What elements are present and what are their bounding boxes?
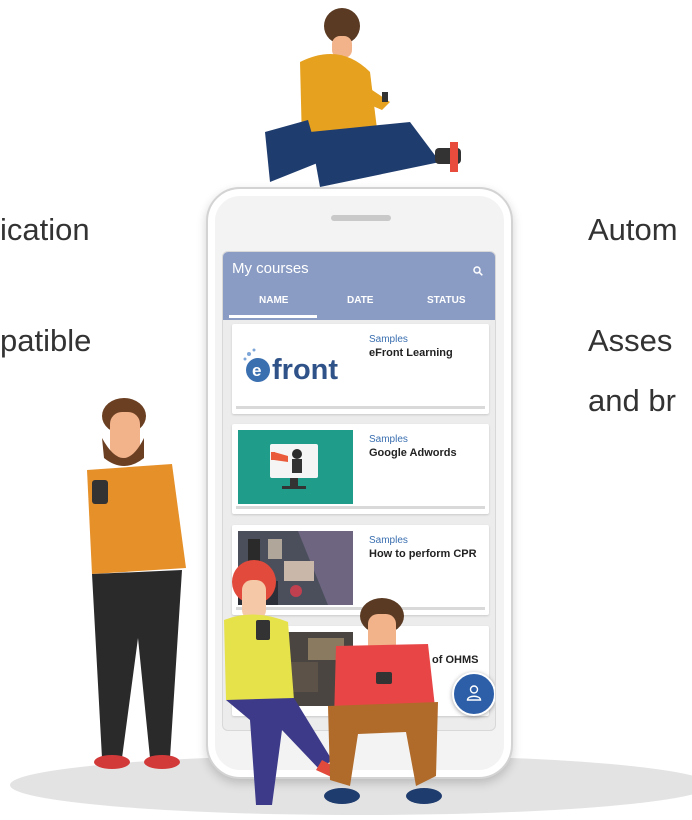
course-title: How to perform CPR — [369, 548, 477, 560]
tab-name[interactable]: NAME — [259, 295, 288, 306]
tab-date[interactable]: DATE — [347, 295, 373, 306]
tab-underline — [229, 315, 317, 318]
sitting-boy-illustration — [324, 598, 442, 804]
course-progress — [236, 506, 485, 509]
adwords-thumbnail — [238, 430, 353, 504]
left-text-2: patible — [0, 323, 92, 358]
course-category: Samples — [369, 434, 408, 445]
user-icon — [466, 685, 482, 701]
course-card-1[interactable]: e front Samples eFront Learning — [232, 324, 489, 414]
efront-logo-text: front — [272, 354, 339, 386]
course-title: eFront Learning — [369, 347, 453, 359]
course-category: Samples — [369, 334, 408, 345]
course-category: Samples — [369, 535, 408, 546]
app-header: My courses NAME DATE STATUS — [223, 252, 495, 320]
course-title: Google Adwords — [369, 447, 457, 459]
svg-text:e: e — [252, 361, 261, 380]
left-text-1: ication — [0, 212, 90, 247]
search-icon[interactable] — [473, 266, 483, 276]
phone-speaker — [331, 215, 391, 221]
right-text-3: and br — [588, 383, 676, 418]
course-progress — [236, 406, 485, 409]
profile-fab-button[interactable] — [452, 672, 495, 716]
right-text-1: Autom — [588, 212, 678, 247]
tab-status[interactable]: STATUS — [427, 295, 466, 306]
sitting-man-illustration — [265, 8, 461, 187]
app-title: My courses — [232, 260, 309, 277]
right-text-2: Asses — [588, 323, 673, 358]
efront-logo: e front — [238, 330, 353, 404]
course-card-2[interactable]: Samples Google Adwords — [232, 424, 489, 514]
standing-man-illustration — [87, 398, 186, 769]
